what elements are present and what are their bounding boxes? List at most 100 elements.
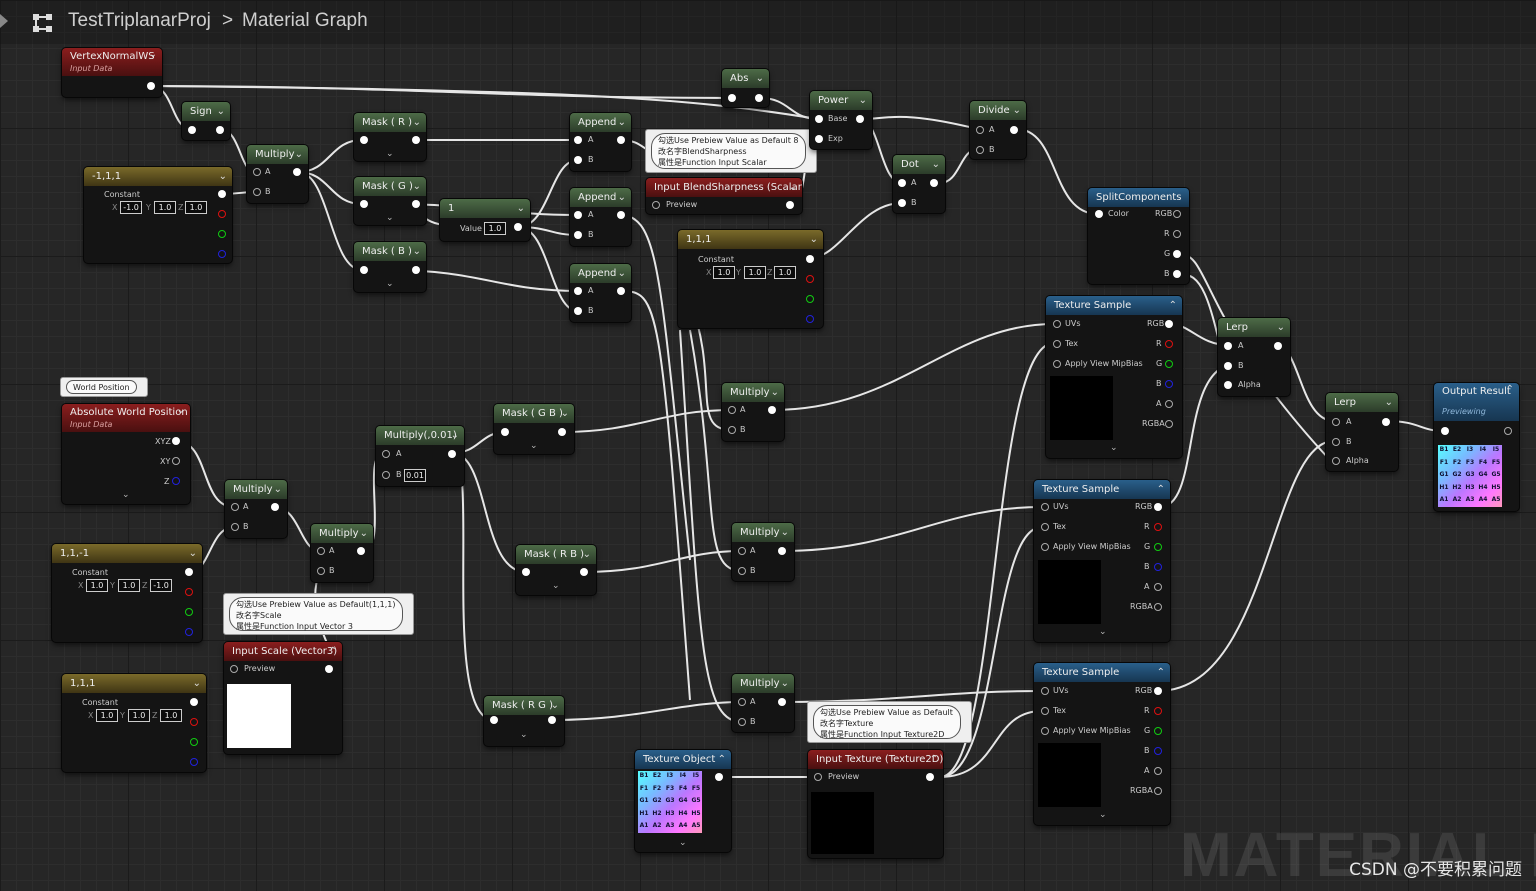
chevron-down-icon[interactable]: ⌄	[413, 113, 421, 132]
output-pin[interactable]	[558, 428, 566, 436]
output-pin[interactable]	[617, 287, 625, 295]
output-pin-g[interactable]	[1154, 543, 1162, 551]
input-pin-a[interactable]	[382, 450, 390, 458]
x-field[interactable]: 1.0	[86, 579, 108, 592]
output-pin[interactable]	[325, 665, 333, 673]
output-pin-g[interactable]	[1173, 250, 1181, 258]
chevron-down-icon[interactable]: ⌄	[551, 696, 559, 715]
output-pin[interactable]	[1274, 342, 1282, 350]
node-lerp-1[interactable]: Lerp ⌄ A B Alpha	[1218, 318, 1290, 396]
chevron-up-icon[interactable]: ⌃	[329, 642, 337, 661]
output-pin[interactable]	[768, 406, 776, 414]
input-pin-base[interactable]	[815, 115, 823, 123]
input-pin-b[interactable]	[738, 567, 746, 575]
expand-icon[interactable]: ⌄	[520, 730, 528, 740]
output-pin[interactable]	[930, 179, 938, 187]
input-pin[interactable]	[501, 428, 509, 436]
node-texture-sample-1[interactable]: Texture Sample ⌃ UVs Tex Apply View MipBi…	[1046, 296, 1182, 458]
input-pin-mipbias[interactable]	[1053, 360, 1061, 368]
input-pin-b[interactable]	[898, 199, 906, 207]
output-pin-xyz[interactable]	[172, 437, 180, 445]
input-pin-a[interactable]	[728, 406, 736, 414]
output-pin-rgb[interactable]	[1173, 210, 1181, 218]
node-multiply-3[interactable]: Multiply ⌄ A B	[311, 524, 373, 582]
node-append-2[interactable]: Append ⌄ A B	[570, 188, 631, 246]
expand-icon[interactable]: ⌄	[386, 149, 394, 159]
output-pin-rgba[interactable]	[1154, 603, 1162, 611]
input-pin-a[interactable]	[317, 547, 325, 555]
output-pin-rgba[interactable]	[1165, 420, 1173, 428]
y-field[interactable]: 1.0	[154, 201, 176, 214]
output-pin-rgb[interactable]	[1154, 687, 1162, 695]
output-pin[interactable]	[778, 547, 786, 555]
input-pin[interactable]	[188, 126, 196, 134]
output-pin-xy[interactable]	[172, 457, 180, 465]
input-pin-a[interactable]	[1332, 418, 1340, 426]
chevron-down-icon[interactable]: ⌄	[771, 383, 779, 402]
input-pin[interactable]	[522, 568, 530, 576]
input-pin-a[interactable]	[738, 547, 746, 555]
chevron-down-icon[interactable]: ⌄	[561, 404, 569, 423]
input-pin-uvs[interactable]	[1053, 320, 1061, 328]
output-pin-r[interactable]	[1154, 707, 1162, 715]
output-pin[interactable]	[856, 115, 864, 123]
node-scalar-one[interactable]: 1 ⌄ Value 1.0	[440, 199, 530, 241]
output-pin-rgb[interactable]	[1154, 503, 1162, 511]
output-pin[interactable]	[147, 82, 155, 90]
node-multiply-001[interactable]: Multiply(,0.01) ⌄ A B 0.01	[376, 426, 464, 486]
output-pin-b[interactable]	[218, 250, 226, 258]
breadcrumb-project[interactable]: TestTriplanarProj	[68, 10, 211, 32]
x-field[interactable]: 1.0	[713, 266, 735, 279]
output-pin[interactable]	[617, 136, 625, 144]
y-field[interactable]: 1.0	[128, 709, 150, 722]
output-pin-r[interactable]	[806, 275, 814, 283]
x-field[interactable]: 1.0	[96, 709, 118, 722]
node-mask-g[interactable]: Mask ( G ) ⌄ ⌄	[354, 177, 426, 225]
expand-icon[interactable]: ⌄	[122, 490, 130, 500]
output-pin[interactable]	[448, 450, 456, 458]
input-pin[interactable]	[728, 94, 736, 102]
chevron-up-icon[interactable]: ⌃	[1506, 383, 1514, 397]
output-pin-g[interactable]	[185, 608, 193, 616]
input-pin-tex[interactable]	[1053, 340, 1061, 348]
output-pin[interactable]	[1010, 126, 1018, 134]
chevron-down-icon[interactable]: ⌄	[932, 155, 940, 174]
output-pin-b[interactable]	[1165, 380, 1173, 388]
chevron-up-icon[interactable]: ⌃	[1169, 296, 1177, 315]
output-pin[interactable]	[514, 223, 522, 231]
input-pin-a[interactable]	[574, 287, 582, 295]
output-pin[interactable]	[412, 136, 420, 144]
output-pin-b[interactable]	[1173, 270, 1181, 278]
input-pin-a[interactable]	[231, 503, 239, 511]
input-pin-b[interactable]	[976, 146, 984, 154]
output-pin-r[interactable]	[190, 718, 198, 726]
comment-blend[interactable]: 勾选Use Prebiew Value as Default 8 改名字Blen…	[645, 129, 817, 173]
chevron-down-icon[interactable]: ⌄	[413, 242, 421, 261]
output-pin-g[interactable]	[1154, 727, 1162, 735]
input-pin-preview[interactable]	[230, 665, 238, 673]
input-pin[interactable]	[490, 716, 498, 724]
input-pin-alpha[interactable]	[1332, 457, 1340, 465]
output-pin-b[interactable]	[190, 758, 198, 766]
output-pin[interactable]	[715, 773, 723, 781]
expand-icon[interactable]: ⌄	[1099, 810, 1107, 820]
node-input-scale[interactable]: Input Scale (Vector3) ⌃ Preview	[224, 642, 342, 754]
output-pin[interactable]	[1382, 418, 1390, 426]
chevron-down-icon[interactable]: ⌄	[583, 545, 591, 564]
node-input-texture[interactable]: Input Texture (Texture2D) ⌃ Preview	[808, 750, 943, 858]
collapse-arrow-icon[interactable]	[0, 14, 8, 28]
node-input-blendsharpness[interactable]: Input BlendSharpness (Scalar) ⌄ Preview	[646, 178, 802, 214]
output-pin-b[interactable]	[185, 628, 193, 636]
node-sign[interactable]: Sign ⌄	[182, 102, 230, 140]
node-mask-gb[interactable]: Mask ( G B ) ⌄ ⌄	[494, 404, 574, 454]
y-field[interactable]: 1.0	[744, 266, 766, 279]
node-power[interactable]: Power ⌄ Base Exp	[810, 91, 872, 149]
node-texture-sample-3[interactable]: Texture Sample ⌃ UVs Tex Apply View MipBi…	[1034, 663, 1170, 825]
output-pin[interactable]	[357, 547, 365, 555]
input-pin-b[interactable]	[728, 426, 736, 434]
input-pin-uvs[interactable]	[1041, 687, 1049, 695]
input-pin-a[interactable]	[738, 698, 746, 706]
input-pin-a[interactable]	[898, 179, 906, 187]
output-pin[interactable]	[185, 568, 193, 576]
chevron-down-icon[interactable]: ⌄	[451, 426, 459, 445]
